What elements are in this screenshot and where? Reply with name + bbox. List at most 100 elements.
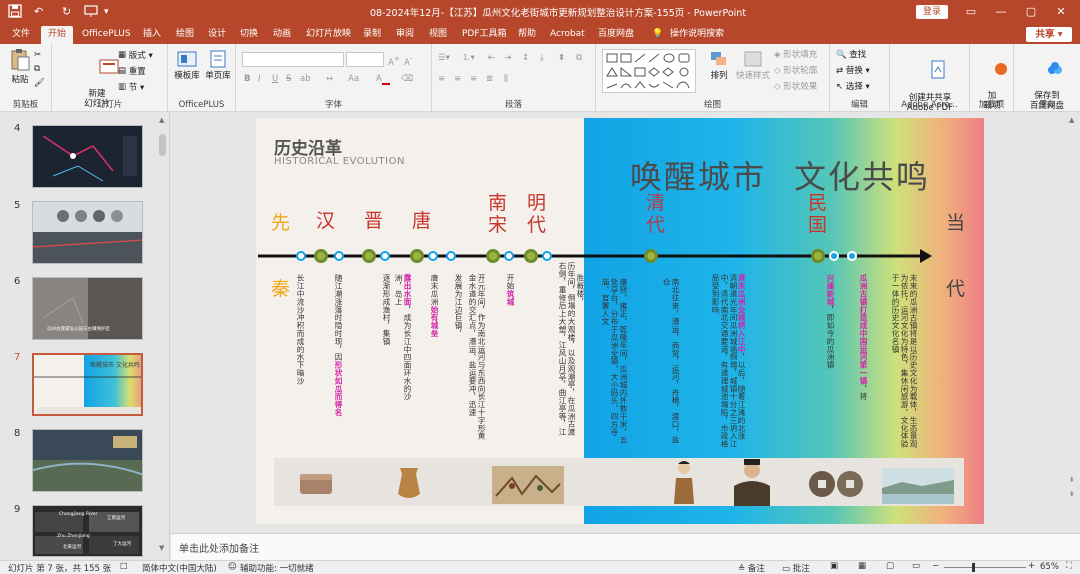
tab-acrobat[interactable]: Acrobat [550,27,585,44]
tab-pdf-toolbox[interactable]: PDF工具箱 [462,27,507,44]
notes-pane[interactable]: 单击此处添加备注 [171,533,1080,560]
columns-icon[interactable]: ⫼ [504,74,508,85]
tell-me-search[interactable]: 操作说明搜索 [670,27,724,44]
edit-scrollbar[interactable]: ▲ ⇞ ⇟ [1068,116,1078,530]
tab-view[interactable]: 视图 [429,27,447,44]
tab-home[interactable]: 开始 [41,26,74,44]
fit-slide-icon[interactable]: ⛶ [1066,561,1072,571]
tab-baidu-netdisk[interactable]: 百度网盘 [598,27,634,44]
font-color-icon[interactable]: A [376,74,390,85]
zoom-slider[interactable] [944,567,1026,568]
comments-toggle[interactable]: ▭ 批注 [782,562,810,574]
layout-button[interactable]: ▦ 版式 ▾ [118,50,153,62]
tab-file[interactable]: 文件 [12,27,30,44]
find-button[interactable]: 🔍 查找 [836,50,866,61]
save-icon[interactable] [8,4,22,20]
reading-view-icon[interactable]: ▢ [886,561,894,571]
tab-slideshow[interactable]: 幻灯片放映 [306,27,351,44]
accessibility-icon[interactable]: ☺ [228,562,237,572]
notes-toggle[interactable]: ≜ 备注 [738,562,765,574]
notes-placeholder[interactable]: 单击此处添加备注 [179,540,259,555]
shape-outline-button[interactable]: ◇ 形状轮廓 [774,66,817,77]
font-size-combo[interactable] [346,52,384,67]
format-painter-icon[interactable]: 🖌 [34,78,45,89]
accessibility-status[interactable]: 辅助功能: 一切就绪 [240,562,314,574]
language-indicator[interactable]: 简体中文(中国大陆) [142,562,217,574]
select-button[interactable]: ↖ 选择 ▾ [836,82,870,93]
close-icon[interactable]: ✕ [1050,3,1072,21]
align-text-icon[interactable]: ⬍ [558,53,565,64]
ribbon-display-icon[interactable]: ▭ [960,3,982,21]
line-spacing-icon[interactable]: ↕ [522,53,529,64]
shapes-gallery[interactable] [602,49,696,93]
share-button[interactable]: 共享 ▾ [1026,27,1072,42]
slide-thumbnail-4[interactable] [32,125,143,188]
shrink-font-icon[interactable]: A- [404,53,412,69]
tab-transitions[interactable]: 切换 [240,27,258,44]
arrange-button[interactable]: 排列 [704,50,734,81]
slide-thumbnail-8[interactable] [32,429,143,492]
template-library-button[interactable]: 模板库 [172,50,202,81]
tab-draw[interactable]: 绘图 [176,27,194,44]
smartart-icon[interactable]: ⧉ [576,53,582,64]
slide-thumbnail-5[interactable] [32,201,143,264]
copy-icon[interactable]: ⧉ [34,64,40,75]
tab-insert[interactable]: 插入 [143,27,161,44]
align-right-icon[interactable]: ≡ [470,74,477,85]
increase-indent-icon[interactable]: ⇥ [504,53,511,64]
slide-thumbnail-9[interactable]: Changjiang River 江南运河 Zhu Zhenjiang 北来运河… [32,505,143,557]
zoom-out-icon[interactable]: − [932,561,939,571]
slide-thumbnail-7[interactable]: 唤醒城市 文化共鸣 [32,353,143,416]
tab-record[interactable]: 录制 [363,27,381,44]
align-left-icon[interactable]: ≡ [438,74,445,85]
quick-styles-button[interactable]: 快速样式 [736,50,770,81]
customize-qat-icon[interactable]: ▾ [104,4,109,20]
undo-icon[interactable]: ↶ [34,4,43,20]
bold-button[interactable]: B [244,74,250,85]
tab-officeplus[interactable]: OfficePLUS [82,27,131,44]
shape-fill-button[interactable]: ◈ 形状填充 [774,50,817,61]
tab-design[interactable]: 设计 [208,27,226,44]
minimize-icon[interactable]: — [990,3,1012,21]
single-page-library-button[interactable]: 单页库 [202,50,234,81]
justify-icon[interactable]: ≣ [486,74,493,85]
font-name-combo[interactable] [242,52,344,67]
zoom-in-icon[interactable]: + [1028,561,1035,571]
shape-effects-button[interactable]: ◇ 形状效果 [774,82,817,93]
slide-thumbnail-6[interactable]: 瓜州古渡遗址公园与古镇保护区 [32,277,143,340]
redo-icon[interactable]: ↻ [62,4,71,20]
present-icon[interactable] [84,4,98,20]
italic-button[interactable]: I [258,74,261,85]
bullets-icon[interactable]: ☰▾ [438,53,450,64]
tab-help[interactable]: 帮助 [518,27,536,44]
normal-view-icon[interactable]: ▣ [830,561,838,571]
tab-animations[interactable]: 动画 [273,27,291,44]
scrollbar-thumb[interactable] [159,134,166,156]
zoom-level[interactable]: 65% [1040,562,1059,572]
align-center-icon[interactable]: ≡ [454,74,461,85]
maximize-icon[interactable]: ▢ [1020,3,1042,21]
grow-font-icon[interactable]: A+ [388,53,400,69]
slideshow-icon[interactable]: ▭ [912,561,920,571]
zoom-slider-thumb[interactable] [972,563,975,572]
char-spacing-icon[interactable]: ↔ [326,74,333,85]
cut-icon[interactable]: ✂ [34,50,41,61]
thumbnail-scrollbar[interactable]: ▲ ▼ [157,116,168,556]
tab-review[interactable]: 审阅 [396,27,414,44]
section-button[interactable]: ▥ 节 ▾ [118,82,144,94]
change-case-icon[interactable]: Aa [348,74,359,85]
replace-button[interactable]: ⇄ 替换 ▾ [836,66,870,77]
strikethrough-button[interactable]: S [286,74,291,85]
login-button[interactable]: 登录 [916,5,948,19]
spellcheck-icon[interactable]: ☐ [120,562,128,572]
shadow-button[interactable]: ab [300,74,311,85]
underline-button[interactable]: U [272,74,278,85]
slide-sorter-icon[interactable]: ▦ [858,561,866,571]
slide-canvas[interactable]: 历史沿革 HISTORICAL EVOLUTION 唤醒城市 文化共鸣 先 秦 … [256,118,984,524]
paste-button[interactable]: 粘贴 [6,48,34,85]
reset-button[interactable]: ▤ 重置 [118,66,146,78]
numbering-icon[interactable]: ⒈▾ [462,53,475,64]
clear-format-icon[interactable]: ⌫ [401,74,413,85]
text-direction-icon[interactable]: ⤓ [540,53,544,64]
decrease-indent-icon[interactable]: ⇤ [488,53,495,64]
